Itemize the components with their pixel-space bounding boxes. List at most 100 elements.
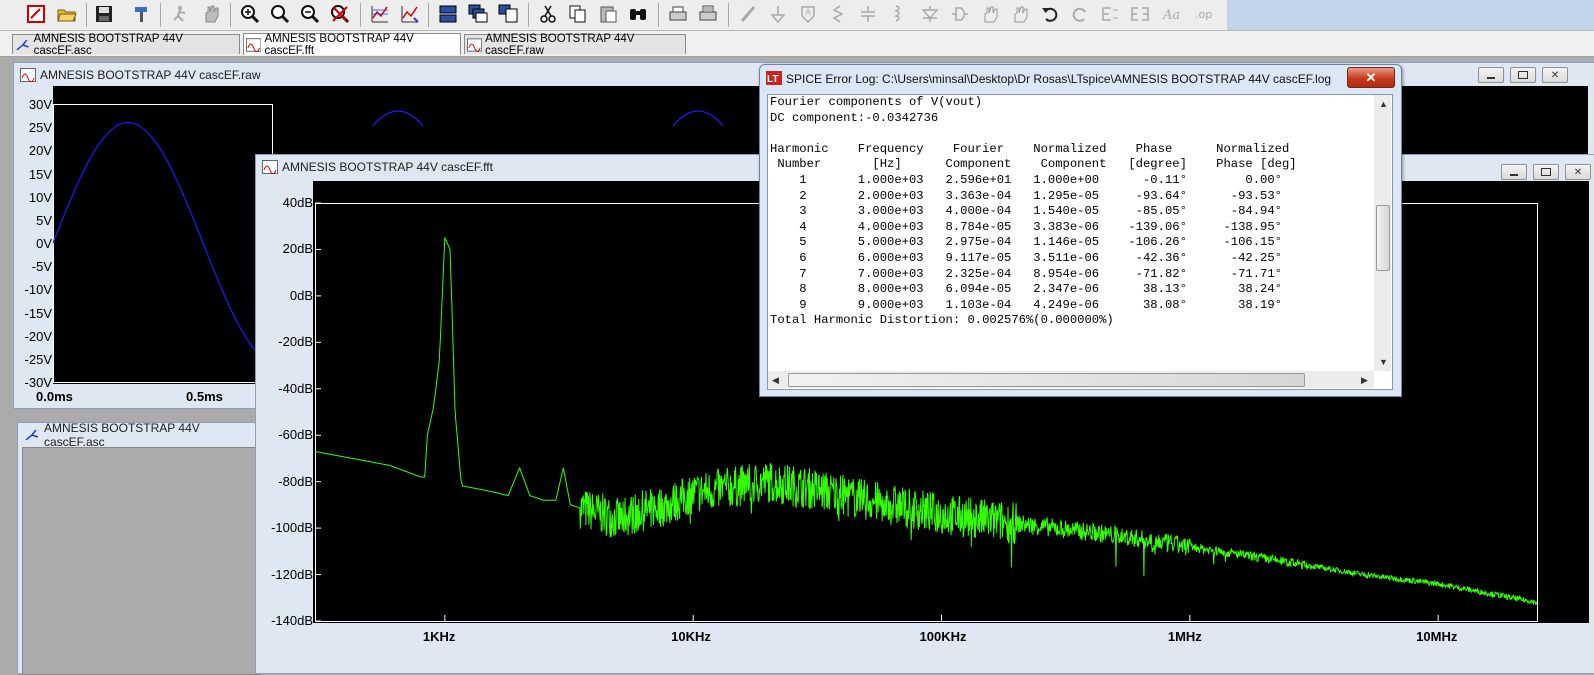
fft-x-tick: 100KHz	[919, 629, 967, 644]
fft-y-tick: -120dB	[271, 566, 313, 582]
cascade-icon[interactable]	[466, 2, 490, 26]
minimize-button[interactable]	[1501, 164, 1527, 180]
tab-raw[interactable]: AMNESIS BOOTSTRAP 44V cascEF.raw	[464, 33, 686, 57]
fft-y-tick: -60dB	[278, 427, 313, 443]
tile-vertical-icon[interactable]	[496, 2, 520, 26]
close-button[interactable]: ✕	[1347, 67, 1395, 88]
fft-x-tick: 1MHz	[1167, 629, 1202, 644]
raw-y-tick: 10V	[28, 189, 52, 205]
asc-window-titlebar[interactable]: AMNESIS BOOTSTRAP 44V cascEF.asc	[18, 421, 263, 449]
scroll-up-icon[interactable]: ▲	[1379, 99, 1388, 109]
raw-y-tick: 5V	[36, 212, 52, 228]
inductor-icon[interactable]	[886, 2, 910, 26]
zoom-out-icon[interactable]	[268, 2, 292, 26]
fft-x-tick: 10KHz	[671, 629, 711, 644]
scroll-left-icon[interactable]: ◀	[772, 375, 779, 386]
rotate-icon[interactable]	[1098, 2, 1122, 26]
raw-x-tick: 0.5ms	[186, 389, 223, 404]
raw-y-tick: 20V	[28, 143, 52, 159]
raw-y-tick: -15V	[24, 305, 52, 321]
raw-y-tick: -5V	[31, 259, 52, 275]
fft-y-tick: -20dB	[278, 334, 313, 350]
redo-icon[interactable]	[1068, 2, 1092, 26]
close-button[interactable]: ✕	[1542, 67, 1568, 83]
scroll-down-icon[interactable]: ▼	[1379, 357, 1388, 367]
ground-icon[interactable]	[766, 2, 790, 26]
fft-y-tick: -140dB	[271, 613, 313, 628]
tile-horizontal-icon[interactable]	[436, 2, 460, 26]
hammer-icon[interactable]	[130, 2, 154, 26]
document-tab-bar: AMNESIS BOOTSTRAP 44V cascEF.asc AMNESIS…	[0, 31, 1594, 57]
copy-icon[interactable]	[566, 2, 590, 26]
raw-y-tick: -20V	[24, 328, 52, 344]
text-icon[interactable]: Aa	[1160, 2, 1184, 26]
tab-fft[interactable]: AMNESIS BOOTSTRAP 44V cascEF.fft	[243, 32, 461, 57]
schematic-canvas[interactable]	[22, 447, 261, 675]
label-net-icon[interactable]: A	[796, 2, 820, 26]
raw-plot-area[interactable]	[53, 86, 273, 384]
paste-icon[interactable]	[596, 2, 620, 26]
fft-y-tick: 20dB	[282, 241, 313, 257]
svg-text:A: A	[805, 8, 811, 17]
raw-y-tick: -25V	[24, 351, 52, 367]
maximize-button[interactable]	[1510, 67, 1536, 83]
tab-fft-label: AMNESIS BOOTSTRAP 44V cascEF.fft	[264, 32, 414, 57]
scroll-right-icon[interactable]: ▶	[1361, 375, 1368, 386]
close-icon: ✕	[1365, 69, 1377, 85]
error-log-text-area[interactable]: Fourier components of V(vout) DC compone…	[767, 94, 1393, 390]
undo-icon[interactable]	[1038, 2, 1062, 26]
zoom-fit-icon[interactable]	[298, 2, 322, 26]
vertical-scroll-thumb[interactable]	[1376, 205, 1390, 271]
title-bar-strip	[1227, 0, 1594, 30]
asc-window-title: AMNESIS BOOTSTRAP 44V cascEF.asc	[43, 421, 200, 449]
find-icon[interactable]	[626, 2, 650, 26]
manual-limits-icon[interactable]	[398, 2, 422, 26]
draw-wire-icon[interactable]	[736, 2, 760, 26]
save-icon[interactable]	[92, 2, 116, 26]
drag-icon[interactable]	[1008, 2, 1032, 26]
zoom-in-icon[interactable]	[238, 2, 262, 26]
fft-y-tick: 40dB	[282, 195, 313, 210]
capacitor-icon[interactable]	[856, 2, 880, 26]
error-log-title: SPICE Error Log: C:\Users\minsal\Desktop…	[786, 72, 1332, 86]
tab-asc-label: AMNESIS BOOTSTRAP 44V cascEF.asc	[33, 32, 183, 57]
print-icon[interactable]	[666, 2, 690, 26]
spice-error-log-dialog[interactable]: LT SPICE Error Log: C:\Users\minsal\Desk…	[759, 64, 1402, 397]
fft-x-tick: 1KHz	[422, 629, 456, 644]
fft-y-tick: -40dB	[278, 380, 313, 396]
raw-y-tick: -30V	[24, 375, 52, 390]
tab-asc[interactable]: AMNESIS BOOTSTRAP 44V cascEF.asc	[12, 32, 240, 57]
halt-icon[interactable]	[199, 2, 223, 26]
asc-window[interactable]: AMNESIS BOOTSTRAP 44V cascEF.asc	[17, 421, 264, 675]
raw-x-tick: 0.0ms	[36, 389, 73, 404]
raw-y-tick: -10V	[24, 282, 52, 298]
horizontal-scroll-thumb[interactable]	[788, 373, 1305, 387]
spice-directive-icon[interactable]: .op	[1192, 2, 1216, 26]
waveform-icon	[20, 68, 36, 82]
waveform-icon	[467, 37, 483, 52]
move-icon[interactable]	[978, 2, 1002, 26]
minimize-button[interactable]	[1478, 67, 1504, 83]
waveform-icon	[262, 160, 278, 174]
cancel-zoom-icon[interactable]	[328, 2, 352, 26]
autorange-icon[interactable]	[368, 2, 392, 26]
mirror-icon[interactable]	[1128, 2, 1152, 26]
raw-y-tick: 0V	[36, 236, 52, 251]
resistor-icon[interactable]	[826, 2, 850, 26]
new-schematic-icon[interactable]	[24, 2, 48, 26]
open-icon[interactable]	[55, 2, 79, 26]
cut-icon[interactable]	[536, 2, 560, 26]
component-icon[interactable]	[948, 2, 972, 26]
diode-icon[interactable]	[918, 2, 942, 26]
schematic-icon	[25, 429, 39, 441]
maximize-button[interactable]	[1533, 164, 1559, 180]
svg-text:.op: .op	[1195, 8, 1212, 21]
raw-y-tick: 30V	[28, 97, 52, 112]
fft-y-tick: -80dB	[278, 473, 313, 489]
print-preview-icon[interactable]	[696, 2, 720, 26]
close-button[interactable]: ✕	[1565, 164, 1591, 180]
run-icon[interactable]	[168, 2, 192, 26]
fft-window-title: AMNESIS BOOTSTRAP 44V cascEF.fft	[282, 160, 493, 174]
raw-y-tick: 15V	[28, 166, 52, 182]
waveform-icon	[246, 37, 262, 52]
